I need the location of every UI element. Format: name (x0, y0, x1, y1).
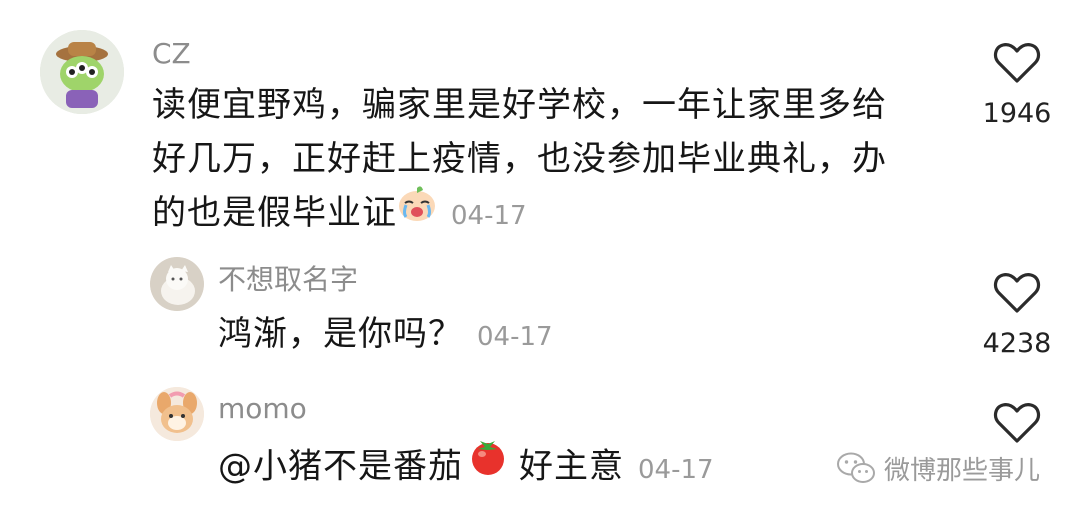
wechat-icon (837, 452, 875, 483)
watermark-text: 微博那些事儿 (884, 455, 1041, 486)
username[interactable]: momo (218, 391, 307, 427)
white-cat-avatar-icon (150, 257, 204, 311)
like-button[interactable] (972, 402, 1062, 444)
watermark: 微博那些事儿 (836, 448, 1040, 488)
comment-item: 不想取名字 鸿渐，是你吗？ 04-17 4238 (0, 245, 1080, 375)
comment-text-line: 好几万，正好赶上疫情，也没参加毕业典礼，办 (152, 139, 887, 179)
comment-text-line: 读便宜野鸡，骗家里是好学校，一年让家里多给 (152, 85, 887, 125)
tomato-emoji (467, 435, 509, 493)
heart-icon[interactable] (993, 42, 1041, 84)
alien-toy-avatar-icon (40, 30, 124, 114)
comment-text-line: 好主意 (519, 446, 624, 487)
username[interactable]: CZ (152, 36, 191, 72)
comment-text-line-last: 的也是假毕业证 04-17 (152, 183, 952, 243)
like-count: 1946 (982, 98, 1052, 129)
username[interactable]: 不想取名字 (218, 262, 358, 298)
mention-link[interactable]: @小猪不是番茄 (218, 447, 463, 487)
comment-item: momo @小猪不是番茄 好主意 04-17 (0, 375, 1080, 518)
comment-date: 04-17 (477, 322, 553, 352)
like-button[interactable]: 1946 (972, 42, 1062, 129)
like-button[interactable]: 4238 (972, 272, 1062, 359)
comment-date: 04-17 (451, 201, 527, 231)
crying-face-emoji (397, 183, 437, 239)
comment-text-line: 的也是假毕业证 (152, 193, 397, 233)
cartoon-bunny-avatar-icon (150, 387, 204, 441)
avatar[interactable] (40, 30, 124, 114)
avatar[interactable] (150, 387, 204, 441)
comment-text: 鸿渐，是你吗？ 04-17 (218, 307, 553, 364)
comment-item: CZ 读便宜野鸡，骗家里是好学校，一年让家里多给 好几万，正好赶上疫情，也没参加… (0, 0, 1080, 245)
comment-text-line: 鸿渐，是你吗？ (218, 314, 463, 354)
avatar[interactable] (150, 257, 204, 311)
like-count: 4238 (982, 328, 1052, 359)
comment-text: @小猪不是番茄 好主意 04-17 (218, 439, 714, 497)
heart-icon[interactable] (993, 272, 1041, 314)
comment-date: 04-17 (638, 454, 714, 485)
comment-text: 读便宜野鸡，骗家里是好学校，一年让家里多给 好几万，正好赶上疫情，也没参加毕业典… (152, 78, 952, 243)
heart-icon[interactable] (993, 402, 1041, 444)
